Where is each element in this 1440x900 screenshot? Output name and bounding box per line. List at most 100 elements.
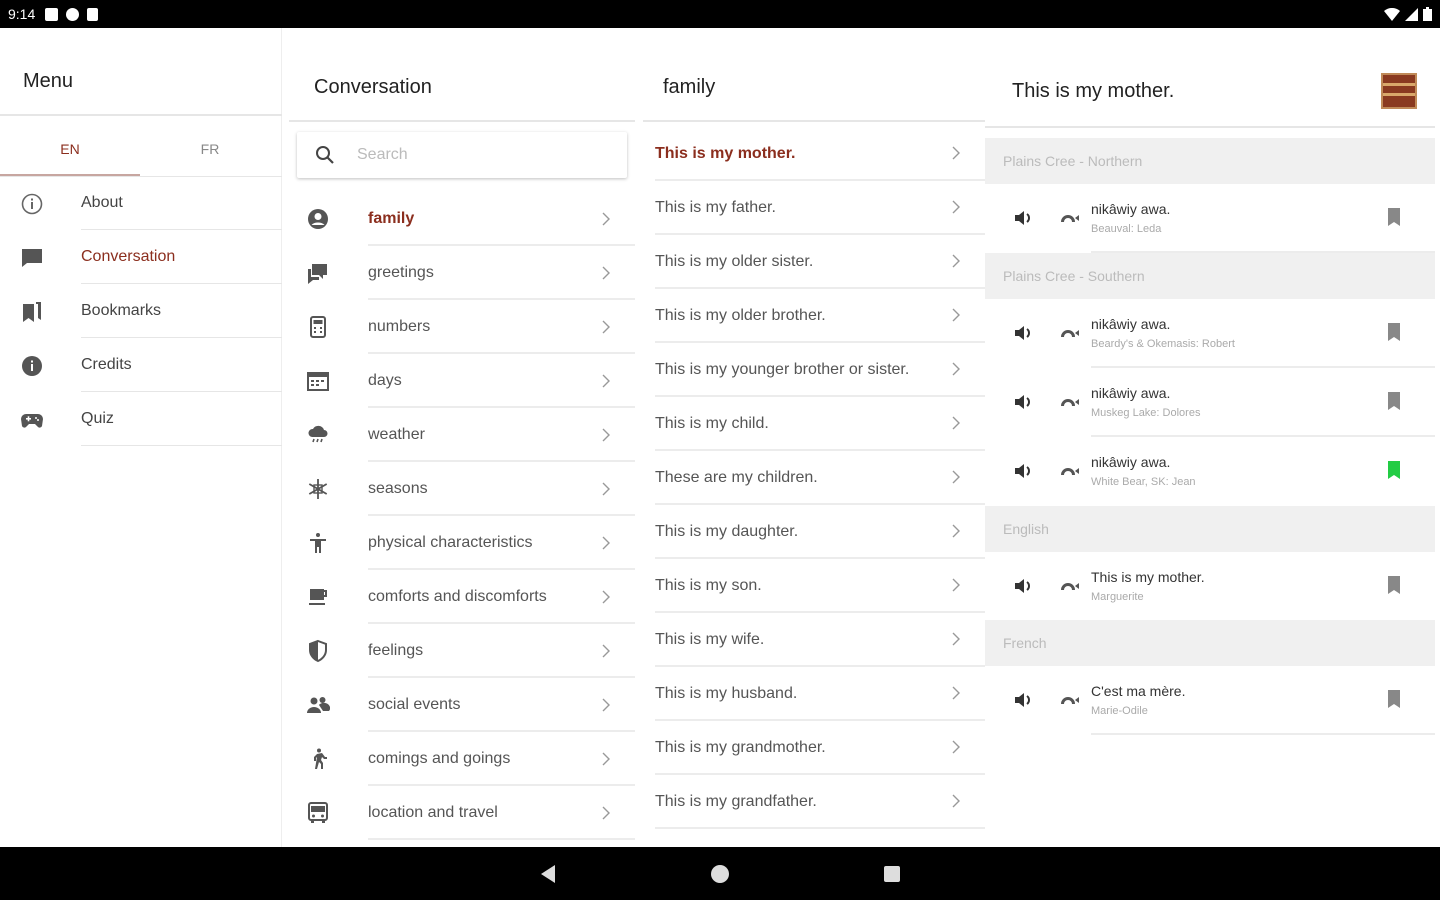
menu-item-conversation[interactable]: Conversation <box>0 230 282 284</box>
phrase-label: This is my older sister. <box>655 253 814 270</box>
phrase-item[interactable]: This is my daughter. <box>643 505 985 559</box>
back-button[interactable] <box>537 863 559 885</box>
volume-icon[interactable] <box>1013 393 1035 411</box>
recents-button[interactable] <box>881 863 903 885</box>
bookmark-icon[interactable] <box>1387 322 1401 342</box>
coffee-cup-icon <box>309 589 327 605</box>
chevron-right-icon <box>952 794 960 808</box>
category-comforts-and-discomforts[interactable]: comforts and discomforts <box>289 570 635 624</box>
recording-row: nikâwiy awa. Beardy's & Okemasis: Robert <box>985 299 1435 368</box>
volume-icon[interactable] <box>1013 691 1035 709</box>
divider <box>1091 733 1435 735</box>
phrase-item[interactable]: This is my husband. <box>643 667 985 721</box>
slow-playback-icon[interactable] <box>1059 393 1081 411</box>
volume-icon[interactable] <box>1013 324 1035 342</box>
recording-text: This is my mother. <box>1091 569 1205 585</box>
menu-item-label: About <box>81 194 123 211</box>
bookmark-icon[interactable] <box>1387 575 1401 595</box>
phrase-item[interactable]: This is my mother. <box>643 127 985 181</box>
calendar-icon <box>307 372 329 391</box>
chevron-right-icon <box>952 470 960 484</box>
slow-playback-icon[interactable] <box>1059 691 1081 709</box>
search-icon[interactable] <box>315 145 335 165</box>
phrase-item[interactable]: This is my child. <box>643 397 985 451</box>
section-heading: English <box>1003 521 1049 537</box>
category-location-and-travel[interactable]: location and travel <box>289 786 635 840</box>
battery-icon <box>1423 7 1432 21</box>
recording-speaker: Marguerite <box>1091 591 1144 603</box>
chevron-right-icon <box>952 524 960 538</box>
divider <box>985 126 1435 128</box>
category-comings-and-goings[interactable]: comings and goings <box>289 732 635 786</box>
phrase-label: This is my son. <box>655 577 762 594</box>
chevron-right-icon <box>602 212 610 226</box>
category-weather[interactable]: weather <box>289 408 635 462</box>
phrase-item[interactable]: This is my older sister. <box>643 235 985 289</box>
notification-icon <box>45 7 59 21</box>
category-seasons[interactable]: seasons <box>289 462 635 516</box>
divider <box>643 120 985 122</box>
category-family[interactable]: family <box>289 192 635 246</box>
tab-fr[interactable]: FR <box>140 136 280 176</box>
chat-icon <box>22 249 42 267</box>
chevron-right-icon <box>602 698 610 712</box>
category-physical-characteristics[interactable]: physical characteristics <box>289 516 635 570</box>
slow-playback-icon[interactable] <box>1059 324 1081 342</box>
back-triangle-icon <box>541 864 555 883</box>
category-numbers[interactable]: numbers <box>289 300 635 354</box>
bookmark-active-icon[interactable] <box>1387 460 1401 480</box>
phrase-item[interactable]: This is my younger brother or sister. <box>643 343 985 397</box>
bookmark-icon[interactable] <box>1387 207 1401 227</box>
chevron-right-icon <box>602 536 610 550</box>
recording-row: nikâwiy awa. Beauval: Leda <box>985 184 1435 253</box>
conversation-title: Conversation <box>314 76 432 98</box>
conversation-panel: Conversation family greetings numbers da… <box>289 28 635 847</box>
menu-item-about[interactable]: About <box>0 176 282 230</box>
phrase-item[interactable]: This is my older brother. <box>643 289 985 343</box>
volume-icon[interactable] <box>1013 462 1035 480</box>
category-social-events[interactable]: social events <box>289 678 635 732</box>
category-label: days <box>368 372 402 389</box>
status-bar: 9:14 <box>0 0 1440 28</box>
chevron-right-icon <box>602 752 610 766</box>
slow-playback-icon[interactable] <box>1059 209 1081 227</box>
avatar[interactable] <box>1381 73 1417 109</box>
section-heading: French <box>1003 635 1047 651</box>
phrase-item[interactable]: This is my grandfather. <box>643 775 985 829</box>
phrase-label: These are my children. <box>655 469 818 486</box>
chevron-right-icon <box>952 632 960 646</box>
phrase-label: This is my mother. <box>655 145 796 162</box>
phrase-item[interactable]: This is my wife. <box>643 613 985 667</box>
slow-playback-icon[interactable] <box>1059 462 1081 480</box>
phrase-item[interactable]: This is my grandmother. <box>643 721 985 775</box>
menu-item-credits[interactable]: Credits <box>0 338 282 392</box>
menu-item-quiz[interactable]: Quiz <box>0 392 282 446</box>
phrase-item[interactable]: These are my children. <box>643 451 985 505</box>
category-days[interactable]: days <box>289 354 635 408</box>
slow-playback-icon[interactable] <box>1059 577 1081 595</box>
tab-en[interactable]: EN <box>0 136 140 176</box>
notification-p-icon <box>66 7 80 21</box>
chevron-right-icon <box>952 362 960 376</box>
phrase-item[interactable]: This is my father. <box>643 181 985 235</box>
divider <box>81 445 282 446</box>
volume-icon[interactable] <box>1013 577 1035 595</box>
category-label: physical characteristics <box>368 534 533 551</box>
app-root: Menu EN FR About Conversation Bookmarks … <box>0 28 1440 847</box>
info-outline-icon <box>21 193 43 215</box>
volume-icon[interactable] <box>1013 209 1035 227</box>
avatar-detail <box>1383 83 1415 86</box>
home-button[interactable] <box>709 863 731 885</box>
category-feelings[interactable]: feelings <box>289 624 635 678</box>
category-greetings[interactable]: greetings <box>289 246 635 300</box>
recording-text: nikâwiy awa. <box>1091 201 1171 217</box>
bookmark-icon[interactable] <box>1387 689 1401 709</box>
gamepad-icon <box>21 414 43 428</box>
menu-item-bookmarks[interactable]: Bookmarks <box>0 284 282 338</box>
search-input[interactable] <box>357 142 607 168</box>
recording-speaker: White Bear, SK: Jean <box>1091 476 1196 488</box>
recording-row: nikâwiy awa. Muskeg Lake: Dolores <box>985 368 1435 437</box>
phrase-item[interactable]: This is my son. <box>643 559 985 613</box>
divider <box>368 838 635 840</box>
bookmark-icon[interactable] <box>1387 391 1401 411</box>
